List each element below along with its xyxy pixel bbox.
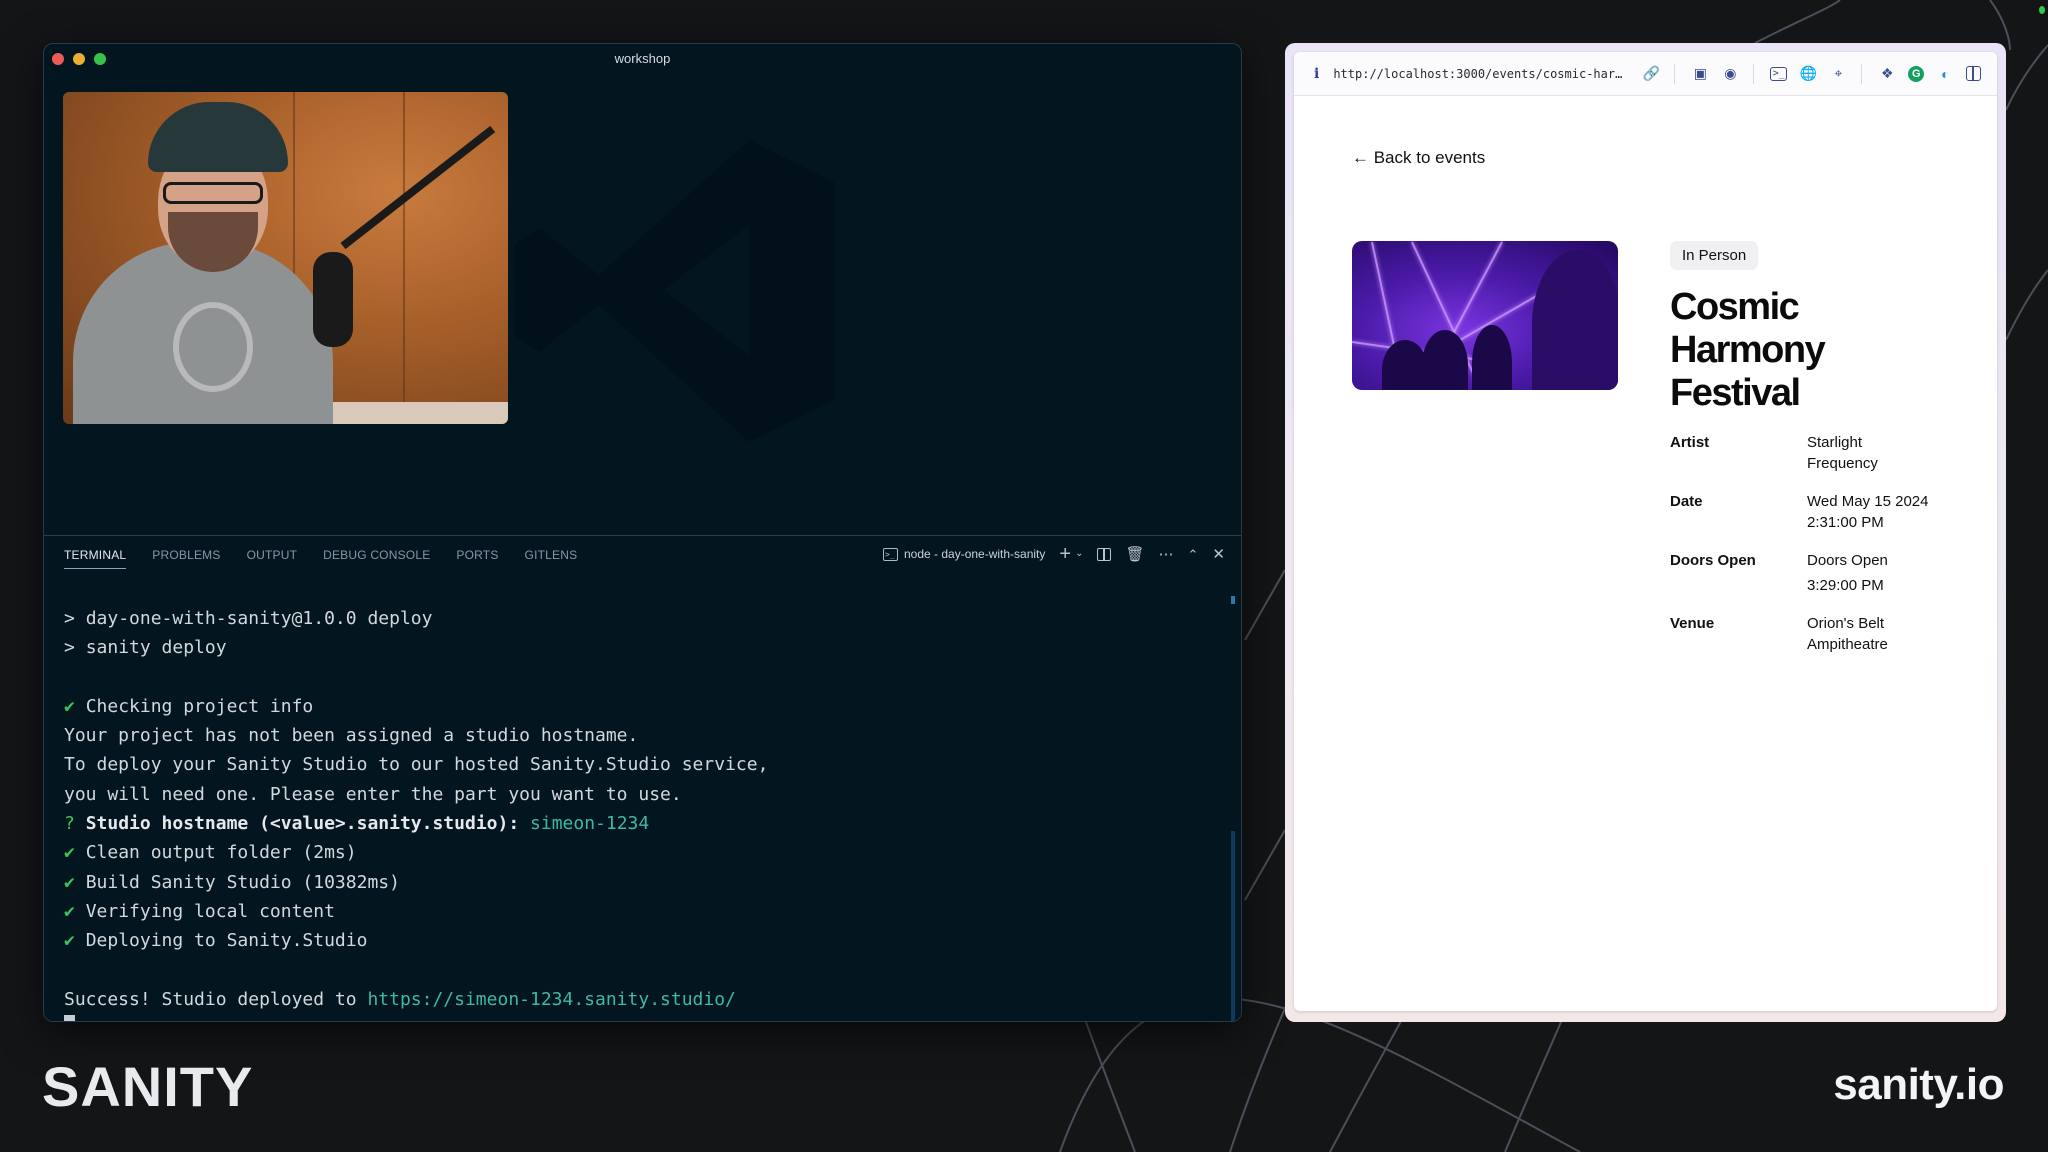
close-icon[interactable]: ✕ [1212,547,1225,562]
panel-tabs: TERMINAL PROBLEMS OUTPUT DEBUG CONSOLE P… [64,548,603,569]
detail-row-doors-open: Doors Open Doors Open 3:29:00 PM [1670,550,1960,596]
terminal-prompt [64,1014,1214,1021]
detail-value: Starlight Frequency [1807,434,1878,472]
microphone [313,252,353,347]
event-image [1352,241,1618,390]
panel-actions: >_ node - day-one-with-sanity + ⌄ 🗑 ⋯ ⌃ … [882,544,1225,564]
grammarly-icon[interactable]: G [1908,65,1925,82]
camera-icon[interactable]: ◉ [1721,65,1739,83]
chevron-down-icon[interactable]: ⌄ [1075,549,1083,559]
terminal-selector[interactable]: >_ node - day-one-with-sanity [882,547,1046,561]
sanity-logo: SANITY [42,1060,253,1112]
more-actions-icon[interactable]: ⋯ [1159,547,1174,562]
extensions-icon[interactable]: ❖ [1878,65,1896,83]
sanity-website-label: sanity.io [1833,1060,2004,1109]
info-icon[interactable]: i [1314,66,1319,82]
tab-debug-console[interactable]: DEBUG CONSOLE [323,548,430,569]
terminal-name: node - day-one-with-sanity [903,547,1046,561]
question-icon: ? [64,813,86,835]
editor-area [44,72,1241,535]
terminal-scrollbar-marker [1231,596,1235,604]
terminal-line: Success! Studio deployed to https://sime… [64,988,736,1010]
browser-viewport: i http://localhost:3000/events/cosmic-ha… [1294,52,1997,1011]
check-icon: ✔ [64,842,86,864]
terminal-line: > day-one-with-sanity@1.0.0 deploy [64,608,433,629]
terminal-line: Your project has not been assigned a stu… [64,725,639,747]
toolbar-divider [1753,63,1755,84]
title-bar: workshop [44,44,1241,72]
detail-value: Orion's Belt Ampitheatre [1807,615,1888,653]
studio-url-link[interactable]: https://simeon-1234.sanity.studio/ [367,989,735,1010]
terminal-line: To deploy your Sanity Studio to our host… [64,754,769,776]
detail-row-artist: Artist Starlight Frequency [1670,432,1960,474]
back-to-events-link[interactable]: ← Back to events [1352,148,1485,168]
event-format-badge: In Person [1670,241,1759,270]
svg-text:SANITY: SANITY [42,1060,253,1112]
detail-label: Date [1670,493,1703,510]
crosshair-icon[interactable]: ⌖ [1829,65,1847,83]
browser-window: i http://localhost:3000/events/cosmic-ha… [1285,43,2006,1022]
check-icon: ✔ [64,930,86,952]
event-title: Cosmic Harmony Festival [1670,286,1826,414]
vscode-window: workshop TERMINAL PROBLEMS OUTPUT DEBUG … [43,43,1242,1022]
detail-value: Doors Open 3:29:00 PM [1807,552,1888,594]
terminal-line: ✔ Build Sanity Studio (10382ms) [64,871,400,893]
trash-icon[interactable]: 🗑 [1125,547,1144,562]
detail-row-date: Date Wed May 15 2024 2:31:00 PM [1670,491,1960,533]
terminal-line: ✔ Verifying local content [64,900,335,922]
terminal-line: ✔ Clean output folder (2ms) [64,842,357,864]
privacy-icon[interactable]: ◐ [1936,65,1954,83]
window-title: workshop [614,51,671,66]
event-details: Artist Starlight Frequency Date Wed May 1… [1670,432,1960,672]
tab-ports[interactable]: PORTS [456,548,498,569]
terminal-icon: >_ [882,547,898,561]
split-terminal-icon[interactable] [1097,547,1112,561]
sidebar-icon[interactable] [1966,66,1982,81]
terminal-line: you will need one. Please enter the part… [64,783,682,805]
terminal-cursor [64,1015,75,1021]
tab-terminal[interactable]: TERMINAL [64,548,127,569]
webcam-overlay [63,92,508,424]
screenshot-icon[interactable]: ▣ [1691,65,1709,83]
terminal-line: ✔ Checking project info [64,695,314,717]
check-icon: ✔ [64,871,86,893]
terminal-scrollbar[interactable] [1231,831,1235,1021]
bottom-panel: TERMINAL PROBLEMS OUTPUT DEBUG CONSOLE P… [44,535,1241,1021]
detail-label: Artist [1670,434,1710,451]
check-icon: ✔ [64,900,86,922]
tab-output[interactable]: OUTPUT [247,548,298,569]
address-bar: i http://localhost:3000/events/cosmic-ha… [1294,52,1997,96]
new-terminal-plus-icon[interactable]: + [1059,544,1071,564]
toolbar-divider [1861,63,1863,84]
url-input[interactable]: http://localhost:3000/events/cosmic-har… [1333,67,1622,81]
chevron-up-icon[interactable]: ⌃ [1188,548,1199,561]
detail-label: Venue [1670,615,1715,632]
toolbar-divider [1674,63,1676,84]
terminal-icon[interactable]: >_ [1770,66,1788,81]
detail-value: Wed May 15 2024 2:31:00 PM [1807,493,1929,531]
detail-label: Doors Open [1670,552,1756,569]
tab-problems[interactable]: PROBLEMS [152,548,220,569]
check-icon: ✔ [64,695,86,717]
terminal-line: > sanity deploy [64,637,227,659]
globe-icon[interactable]: 🌐 [1799,65,1817,83]
terminal-line: ? Studio hostname (<value>.sanity.studio… [64,813,650,835]
terminal-output[interactable]: > day-one-with-sanity@1.0.0 deploy > san… [64,604,1214,1021]
terminal-line: ✔ Deploying to Sanity.Studio [64,930,368,952]
tab-gitlens[interactable]: GITLENS [525,548,578,569]
link-icon[interactable]: 🔗 [1642,65,1660,83]
detail-row-venue: Venue Orion's Belt Ampitheatre [1670,613,1960,655]
recording-indicator [2039,6,2045,14]
vscode-logo-watermark-icon [514,140,834,442]
hostname-answer: simeon-1234 [530,813,650,835]
